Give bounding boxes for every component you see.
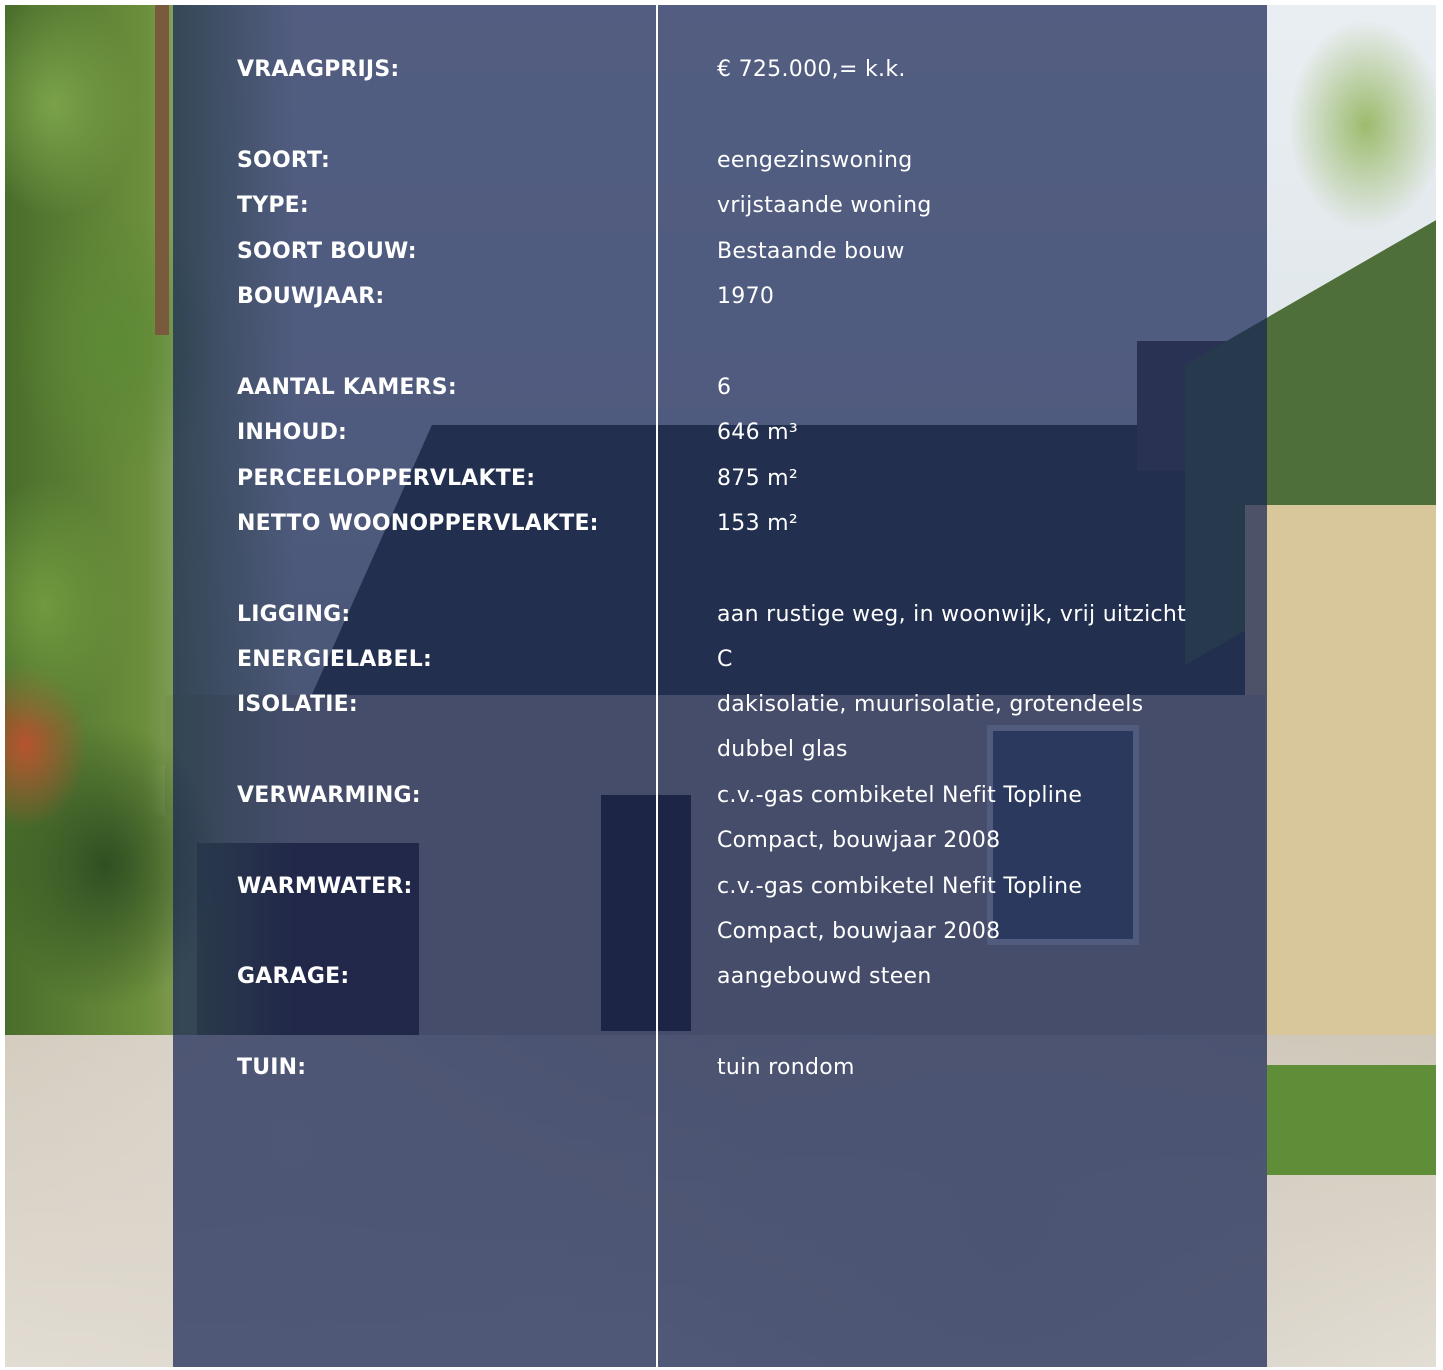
detail-label: GARAGE: (237, 964, 350, 989)
detail-label: TUIN: (237, 1055, 307, 1080)
detail-label: TYPE: (237, 193, 309, 218)
detail-label: SOORT BOUW: (237, 239, 417, 264)
side-wall (1245, 505, 1436, 1105)
detail-label: ENERGIELABEL: (237, 647, 432, 672)
detail-label: WARMWATER: (237, 874, 413, 899)
detail-label: VERWARMING: (237, 783, 421, 808)
column-divider (656, 5, 658, 1367)
detail-value: aan rustige weg, in woonwijk, vrij uitzi… (717, 602, 1187, 627)
detail-value-continued: dubbel glas (717, 737, 848, 762)
detail-label: VRAAGPRIJS: (237, 57, 400, 82)
detail-value: tuin rondom (717, 1055, 855, 1080)
detail-value: eengezinswoning (717, 148, 913, 173)
detail-value: 875 m² (717, 466, 799, 491)
detail-value: € 725.000,= k.k. (717, 57, 906, 82)
property-details-panel: VRAAGPRIJS: € 725.000,= k.k. SOORT: eengezi… (5, 5, 1436, 1367)
detail-value: vrijstaande woning (717, 193, 932, 218)
grass (1267, 1065, 1436, 1175)
detail-value: 6 (717, 375, 732, 400)
detail-value: C (717, 647, 733, 672)
detail-label: AANTAL KAMERS: (237, 375, 457, 400)
detail-label: LIGGING: (237, 602, 351, 627)
detail-label: SOORT: (237, 148, 331, 173)
detail-label: BOUWJAAR: (237, 284, 385, 309)
detail-value: 1970 (717, 284, 775, 309)
detail-label: PERCEELOPPERVLAKTE: (237, 466, 536, 491)
detail-label: INHOUD: (237, 420, 348, 445)
detail-value: 153 m² (717, 511, 799, 536)
detail-value: c.v.-gas combiketel Nefit Topline (717, 783, 1083, 808)
detail-value: Bestaande bouw (717, 239, 905, 264)
detail-value: c.v.-gas combiketel Nefit Topline (717, 874, 1083, 899)
detail-value: dakisolatie, muurisolatie, grotendeels (717, 692, 1144, 717)
detail-label: ISOLATIE: (237, 692, 358, 717)
detail-value-continued: Compact, bouwjaar 2008 (717, 919, 1001, 944)
detail-value: aangebouwd steen (717, 964, 932, 989)
tree-trunk (155, 5, 169, 335)
detail-value-continued: Compact, bouwjaar 2008 (717, 828, 1001, 853)
detail-value: 646 m³ (717, 420, 799, 445)
detail-label: NETTO WOONOPPERVLAKTE: (237, 511, 599, 536)
